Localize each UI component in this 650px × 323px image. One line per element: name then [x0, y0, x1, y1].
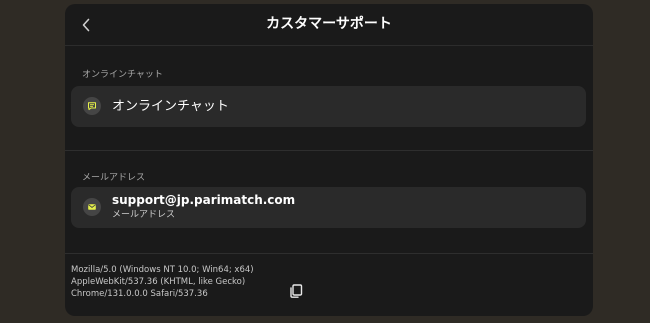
- envelope-icon: [83, 198, 101, 216]
- email-section: メールアドレス support@jp.parimatch.com メールアドレス: [65, 152, 593, 254]
- email-address: support@jp.parimatch.com: [112, 193, 296, 207]
- chat-section: オンラインチャット オンラインチャット: [65, 47, 593, 151]
- email-section-label: メールアドレス: [82, 173, 146, 183]
- header: カスタマーサポート: [65, 4, 593, 46]
- copy-button[interactable]: [288, 283, 304, 299]
- user-agent-line: Mozilla/5.0 (Windows NT 10.0; Win64; x64…: [71, 265, 254, 275]
- page-title: カスタマーサポート: [266, 16, 392, 32]
- online-chat-card[interactable]: オンラインチャット: [71, 86, 586, 127]
- online-chat-label: オンラインチャット: [112, 99, 229, 114]
- chat-section-label: オンラインチャット: [82, 70, 163, 80]
- user-agent-line: Chrome/131.0.0.0 Safari/537.36: [71, 289, 208, 299]
- support-panel: カスタマーサポート オンラインチャット オンラインチャット メールアドレス su…: [65, 4, 593, 316]
- copy-icon: [290, 284, 303, 298]
- user-agent-text: Mozilla/5.0 (Windows NT 10.0; Win64; x64…: [71, 264, 291, 300]
- email-card[interactable]: support@jp.parimatch.com メールアドレス: [71, 187, 586, 228]
- email-sub-label: メールアドレス: [112, 210, 176, 220]
- user-agent-line: AppleWebKit/537.36 (KHTML, like Gecko): [71, 277, 246, 287]
- chat-bubble-icon: [83, 97, 101, 115]
